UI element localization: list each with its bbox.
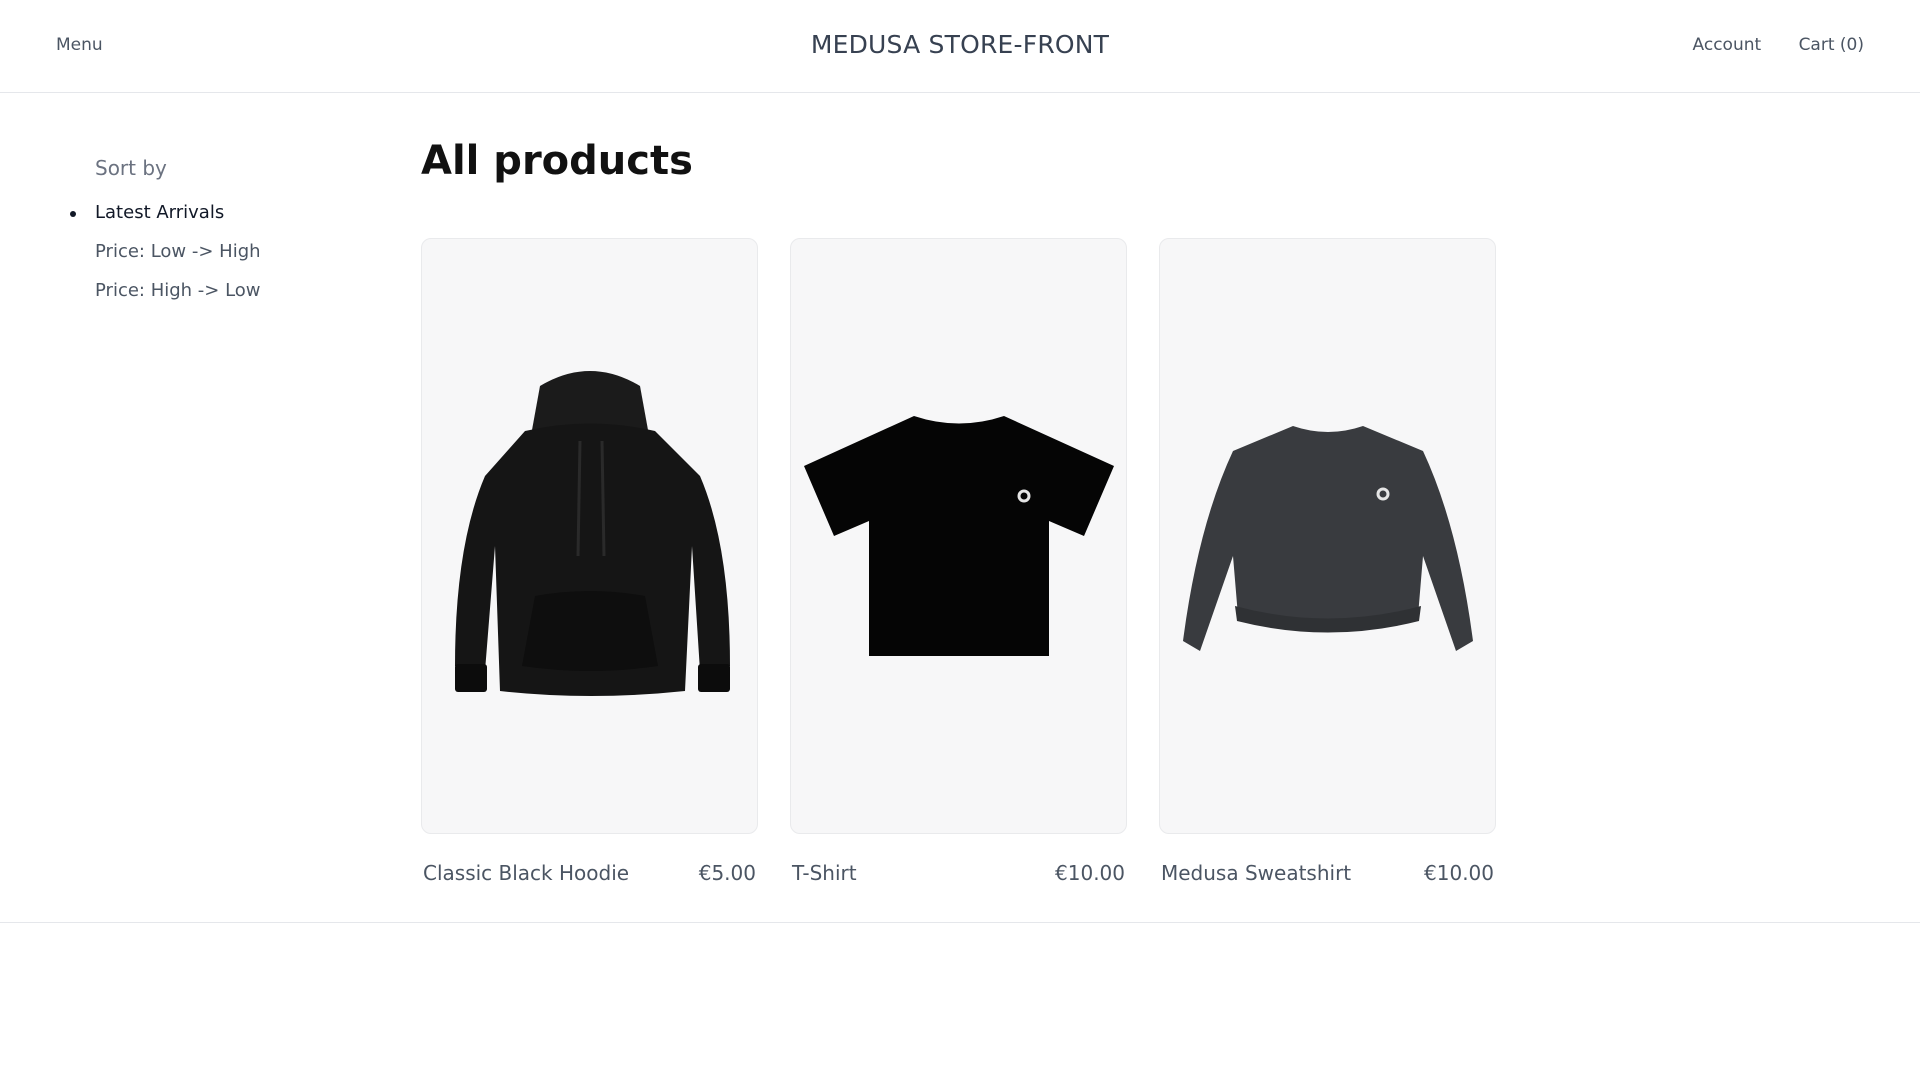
black-tshirt-image xyxy=(803,416,1114,656)
product-price: €10.00 xyxy=(1055,861,1125,885)
product-card-medusa-sweatshirt[interactable]: Medusa Sweatshirt €10.00 xyxy=(1159,238,1496,885)
sort-title: Sort by xyxy=(95,156,167,180)
sort-option-price-low-high[interactable]: Price: Low -> High xyxy=(95,241,355,262)
sort-sidebar: Sort by Latest Arrivals Price: Low -> Hi… xyxy=(70,156,355,319)
product-thumbnail[interactable] xyxy=(1159,238,1496,834)
cart-link[interactable]: Cart (0) xyxy=(1799,35,1864,55)
products-main: All products Classic Black Hoodie €5.00 … xyxy=(421,136,1496,885)
product-title: Medusa Sweatshirt xyxy=(1161,861,1352,885)
product-card-t-shirt[interactable]: T-Shirt €10.00 xyxy=(790,238,1127,885)
store-brand-link[interactable]: MEDUSA STORE-FRONT xyxy=(0,30,1920,59)
product-info: Medusa Sweatshirt €10.00 xyxy=(1159,861,1496,885)
product-card-classic-black-hoodie[interactable]: Classic Black Hoodie €5.00 xyxy=(421,238,758,885)
charcoal-sweatshirt-image xyxy=(1182,426,1473,651)
black-hoodie-image xyxy=(454,371,730,696)
sort-option-label: Price: Low -> High xyxy=(95,241,261,262)
page-title: All products xyxy=(421,138,693,184)
product-price: €5.00 xyxy=(698,861,756,885)
footer-divider xyxy=(0,922,1920,923)
sort-option-latest-arrivals[interactable]: Latest Arrivals xyxy=(70,202,355,223)
product-title: T-Shirt xyxy=(792,861,857,885)
sort-option-label: Latest Arrivals xyxy=(95,202,225,223)
site-header: Menu MEDUSA STORE-FRONT Account Cart (0) xyxy=(0,0,1920,93)
header-nav-right: Account Cart (0) xyxy=(1661,35,1864,55)
selected-bullet-icon xyxy=(70,211,76,217)
product-info: T-Shirt €10.00 xyxy=(790,861,1127,885)
product-price: €10.00 xyxy=(1424,861,1494,885)
product-title: Classic Black Hoodie xyxy=(423,861,630,885)
sort-option-label: Price: High -> Low xyxy=(95,280,261,301)
product-thumbnail[interactable] xyxy=(421,238,758,834)
account-link[interactable]: Account xyxy=(1693,35,1762,55)
sort-options: Latest Arrivals Price: Low -> High Price… xyxy=(70,202,355,301)
product-info: Classic Black Hoodie €5.00 xyxy=(421,861,758,885)
sort-option-price-high-low[interactable]: Price: High -> Low xyxy=(95,280,355,301)
product-thumbnail[interactable] xyxy=(790,238,1127,834)
